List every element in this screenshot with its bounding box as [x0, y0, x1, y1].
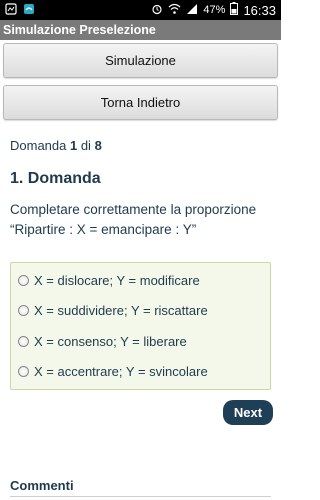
answers-panel: X = dislocare; Y = modificare X = suddiv…: [10, 262, 271, 390]
radio-button[interactable]: [18, 366, 29, 377]
answer-option[interactable]: X = consenso; Y = liberare: [18, 334, 187, 349]
battery-icon: [230, 2, 239, 18]
question-counter: Domanda 1 di 8: [10, 138, 102, 153]
answer-option[interactable]: X = dislocare; Y = modificare: [18, 273, 200, 288]
comments-heading: Commenti: [10, 478, 74, 493]
counter-prefix: Domanda: [10, 138, 70, 153]
radio-button[interactable]: [18, 305, 29, 316]
alarm-icon: [151, 3, 163, 18]
answer-option[interactable]: X = accentrare; Y = svincolare: [18, 364, 208, 379]
divider: [10, 496, 271, 497]
question-title: 1. Domanda: [10, 170, 101, 187]
next-button[interactable]: Next: [223, 400, 273, 425]
counter-separator: di: [77, 138, 95, 153]
battery-percent: 47%: [203, 4, 226, 16]
back-button[interactable]: Torna Indietro: [3, 85, 278, 120]
app-title-bar: Simulazione Preselezione: [0, 20, 281, 40]
radio-button[interactable]: [18, 336, 29, 347]
question-text: Completare correttamente la proporzione …: [10, 202, 257, 237]
answer-label: X = dislocare; Y = modificare: [34, 273, 200, 288]
simulation-button[interactable]: Simulazione: [3, 43, 278, 78]
notification-app-icon: [5, 2, 17, 18]
total-questions-number: 8: [94, 138, 102, 153]
radio-button[interactable]: [18, 275, 29, 286]
clock: 16:33: [243, 2, 276, 18]
notification-app-icon-2: [23, 3, 35, 18]
answer-label: X = accentrare; Y = svincolare: [34, 364, 208, 379]
answer-option[interactable]: X = suddividere; Y = riscattare: [18, 303, 208, 318]
signal-icon: [186, 3, 198, 18]
wifi-icon: [168, 3, 181, 18]
status-bar: 47% 16:33: [0, 0, 281, 20]
answer-label: X = consenso; Y = liberare: [34, 334, 187, 349]
answer-label: X = suddividere; Y = riscattare: [34, 303, 208, 318]
